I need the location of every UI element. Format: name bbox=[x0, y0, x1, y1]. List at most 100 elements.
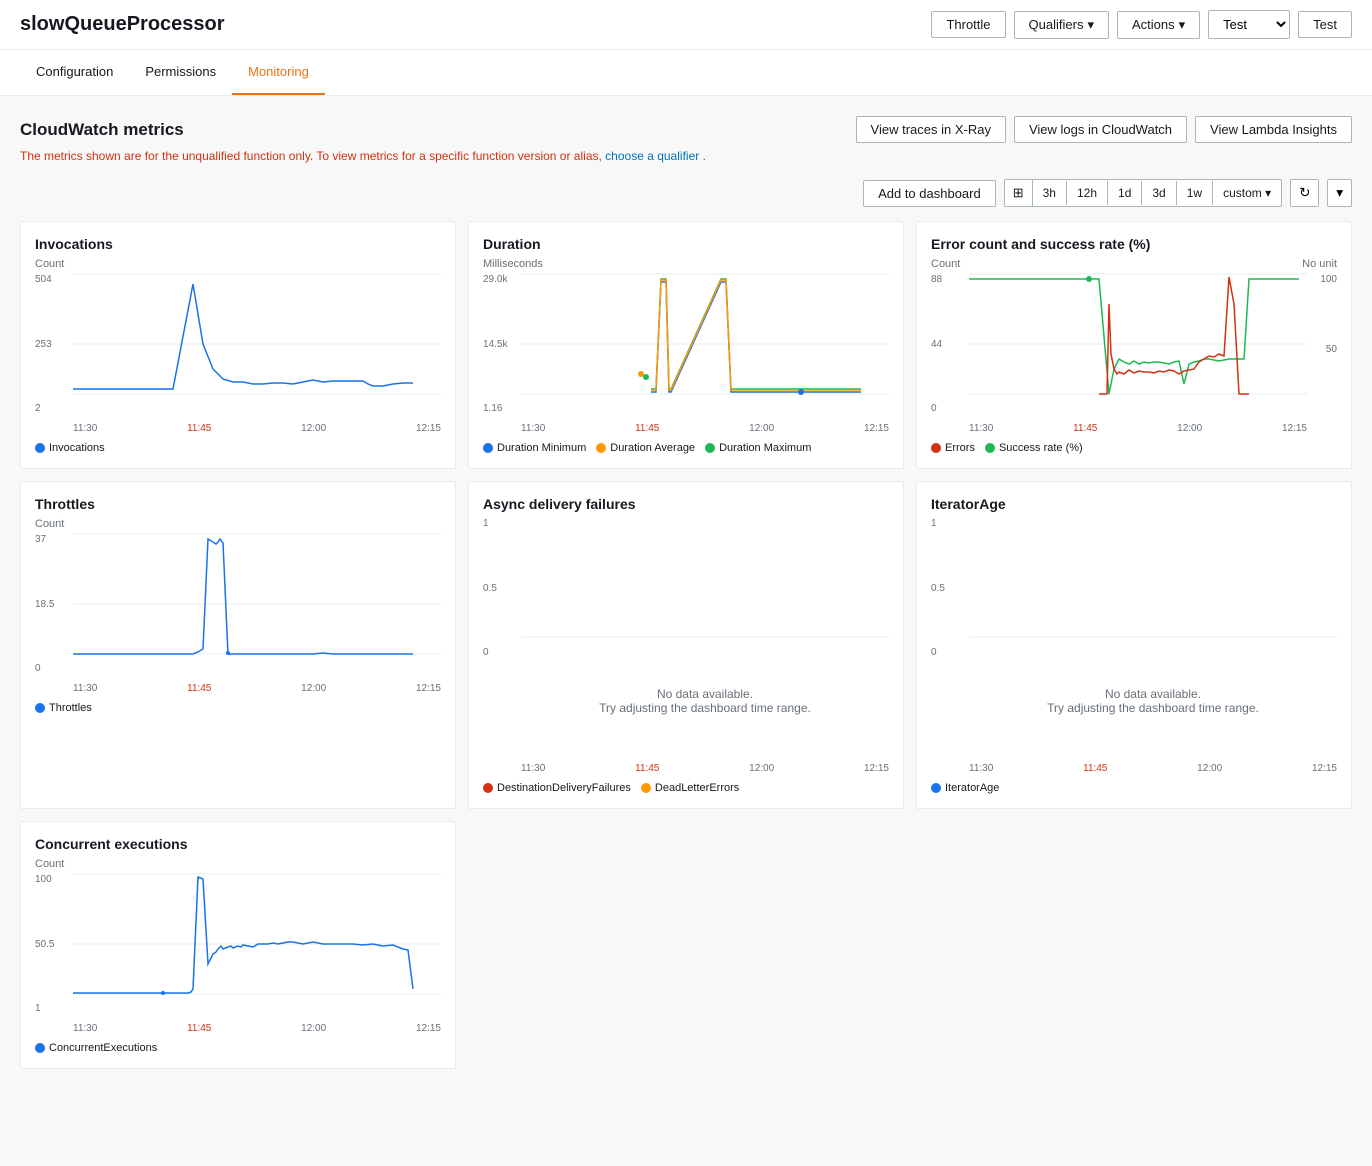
dashboard-toolbar: Add to dashboard ⊞ 3h 12h 1d 3d 1w custo… bbox=[20, 179, 1352, 207]
empty-slot-2 bbox=[916, 821, 1352, 1069]
test-select[interactable]: Test bbox=[1209, 11, 1289, 38]
legend-dot-dead-letter-errors bbox=[641, 783, 651, 793]
legend-dot-success-rate bbox=[985, 443, 995, 453]
chevron-down-icon: ▾ bbox=[1087, 17, 1094, 33]
error-count-unit-right: No unit bbox=[1302, 258, 1337, 270]
legend-dead-letter-errors: DeadLetterErrors bbox=[641, 782, 739, 794]
legend-throttles: Throttles bbox=[35, 702, 92, 714]
throttles-legend: Throttles bbox=[35, 702, 441, 714]
invocations-title: Invocations bbox=[35, 236, 441, 252]
async-failures-svg bbox=[521, 518, 889, 638]
duration-chart: 29.0k 14.5k 1.16 bbox=[483, 274, 889, 434]
throttles-title: Throttles bbox=[35, 496, 441, 512]
iterator-x-axis: 11:30 11:45 12:00 12:15 bbox=[969, 763, 1337, 774]
error-count-header: Error count and success rate (%) bbox=[931, 236, 1337, 258]
time-3d-button[interactable]: 3d bbox=[1142, 181, 1176, 205]
duration-svg bbox=[521, 274, 889, 414]
iterator-age-svg bbox=[969, 518, 1337, 638]
throttles-y-axis: 37 18.5 0 bbox=[35, 534, 73, 674]
refresh-options-button[interactable]: ▾ bbox=[1327, 179, 1352, 207]
view-traces-button[interactable]: View traces in X-Ray bbox=[856, 116, 1006, 143]
throttle-button[interactable]: Throttle bbox=[931, 11, 1005, 38]
empty-slot-1 bbox=[468, 821, 904, 1069]
qualifiers-button[interactable]: Qualifiers ▾ bbox=[1014, 11, 1109, 39]
error-count-legend: Errors Success rate (%) bbox=[931, 442, 1337, 454]
legend-dot-iterator-age bbox=[931, 783, 941, 793]
tab-configuration[interactable]: Configuration bbox=[20, 50, 129, 95]
legend-invocations: Invocations bbox=[35, 442, 105, 454]
legend-dot-invocations bbox=[35, 443, 45, 453]
qualifier-link[interactable]: choose a qualifier bbox=[605, 149, 699, 163]
test-button[interactable]: Test bbox=[1298, 11, 1352, 38]
throttles-unit: Count bbox=[35, 518, 441, 530]
refresh-button[interactable]: ↻ bbox=[1290, 179, 1319, 207]
refresh-icon: ↻ bbox=[1299, 185, 1310, 201]
top-bar: slowQueueProcessor Throttle Qualifiers ▾… bbox=[0, 0, 1372, 50]
duration-x-axis: 11:30 11:45 12:00 12:15 bbox=[521, 423, 889, 434]
legend-dot-duration-min bbox=[483, 443, 493, 453]
grid-icon: ⊞ bbox=[1005, 180, 1033, 206]
concurrent-executions-svg bbox=[73, 874, 441, 1014]
iterator-age-card: IteratorAge 1 0.5 0 No data available. T… bbox=[916, 481, 1352, 809]
error-count-svg bbox=[969, 274, 1307, 414]
view-insights-button[interactable]: View Lambda Insights bbox=[1195, 116, 1352, 143]
cloudwatch-actions: View traces in X-Ray View logs in CloudW… bbox=[856, 116, 1352, 143]
iterator-y-axis: 1 0.5 0 bbox=[931, 518, 969, 658]
iterator-no-data: No data available. Try adjusting the das… bbox=[969, 641, 1337, 761]
add-to-dashboard-button[interactable]: Add to dashboard bbox=[863, 180, 996, 207]
async-failures-card: Async delivery failures 1 0.5 0 No data … bbox=[468, 481, 904, 809]
duration-unit: Milliseconds bbox=[483, 258, 889, 270]
time-12h-button[interactable]: 12h bbox=[1067, 181, 1108, 205]
concurrent-y-axis: 100 50.5 1 bbox=[35, 874, 73, 1014]
duration-y-axis: 29.0k 14.5k 1.16 bbox=[483, 274, 521, 414]
invocations-unit: Count bbox=[35, 258, 441, 270]
error-count-unit-left: Count bbox=[931, 258, 960, 270]
chevron-down-icon: ▾ bbox=[1336, 185, 1343, 201]
error-count-card: Error count and success rate (%) Count N… bbox=[916, 221, 1352, 469]
concurrent-x-axis: 11:30 11:45 12:00 12:15 bbox=[73, 1023, 441, 1034]
legend-dot-concurrent-executions bbox=[35, 1043, 45, 1053]
legend-dot-duration-avg bbox=[596, 443, 606, 453]
throttles-svg bbox=[73, 534, 441, 674]
iterator-age-legend: IteratorAge bbox=[931, 782, 1337, 794]
concurrent-executions-card: Concurrent executions Count 100 50.5 1 bbox=[20, 821, 456, 1069]
error-y-axis-right: 100 50 bbox=[1307, 274, 1337, 414]
metrics-grid-bottom: Concurrent executions Count 100 50.5 1 bbox=[20, 821, 1352, 1069]
legend-dot-errors bbox=[931, 443, 941, 453]
view-logs-button[interactable]: View logs in CloudWatch bbox=[1014, 116, 1187, 143]
actions-button[interactable]: Actions ▾ bbox=[1117, 11, 1200, 39]
metric-info: The metrics shown are for the unqualifie… bbox=[20, 149, 1352, 163]
legend-duration-avg: Duration Average bbox=[596, 442, 695, 454]
throttles-card: Throttles Count 37 18.5 0 11:30 bbox=[20, 481, 456, 809]
time-1w-button[interactable]: 1w bbox=[1177, 181, 1213, 205]
main-content: CloudWatch metrics View traces in X-Ray … bbox=[0, 96, 1372, 1089]
tab-monitoring[interactable]: Monitoring bbox=[232, 50, 325, 95]
invocations-y-axis: 504 253 2 bbox=[35, 274, 73, 414]
legend-duration-min: Duration Minimum bbox=[483, 442, 586, 454]
async-y-axis: 1 0.5 0 bbox=[483, 518, 521, 658]
legend-dot-destination-failures bbox=[483, 783, 493, 793]
tab-permissions[interactable]: Permissions bbox=[129, 50, 232, 95]
legend-dot-throttles bbox=[35, 703, 45, 713]
async-failures-title: Async delivery failures bbox=[483, 496, 889, 512]
time-3h-button[interactable]: 3h bbox=[1033, 181, 1067, 205]
duration-title: Duration bbox=[483, 236, 889, 252]
time-range-group: ⊞ 3h 12h 1d 3d 1w custom ▾ bbox=[1004, 179, 1282, 207]
invocations-card: Invocations Count 504 253 2 11:30 11: bbox=[20, 221, 456, 469]
app-title: slowQueueProcessor bbox=[20, 13, 225, 36]
legend-errors: Errors bbox=[931, 442, 975, 454]
throttles-x-axis: 11:30 11:45 12:00 12:15 bbox=[73, 683, 441, 694]
async-failures-legend: DestinationDeliveryFailures DeadLetterEr… bbox=[483, 782, 889, 794]
test-select-group: Test bbox=[1208, 10, 1290, 39]
time-1d-button[interactable]: 1d bbox=[1108, 181, 1142, 205]
metrics-grid-mid: Throttles Count 37 18.5 0 11:30 bbox=[20, 481, 1352, 809]
metrics-grid-top: Invocations Count 504 253 2 11:30 11: bbox=[20, 221, 1352, 469]
concurrent-executions-title: Concurrent executions bbox=[35, 836, 441, 852]
duration-legend: Duration Minimum Duration Average Durati… bbox=[483, 442, 889, 454]
cloudwatch-title: CloudWatch metrics bbox=[20, 120, 184, 140]
concurrent-executions-legend: ConcurrentExecutions bbox=[35, 1042, 441, 1054]
error-y-axis-left: 88 44 0 bbox=[931, 274, 969, 414]
time-custom-button[interactable]: custom ▾ bbox=[1213, 181, 1281, 205]
invocations-x-axis: 11:30 11:45 12:00 12:15 bbox=[73, 423, 441, 434]
invocations-svg bbox=[73, 274, 441, 414]
